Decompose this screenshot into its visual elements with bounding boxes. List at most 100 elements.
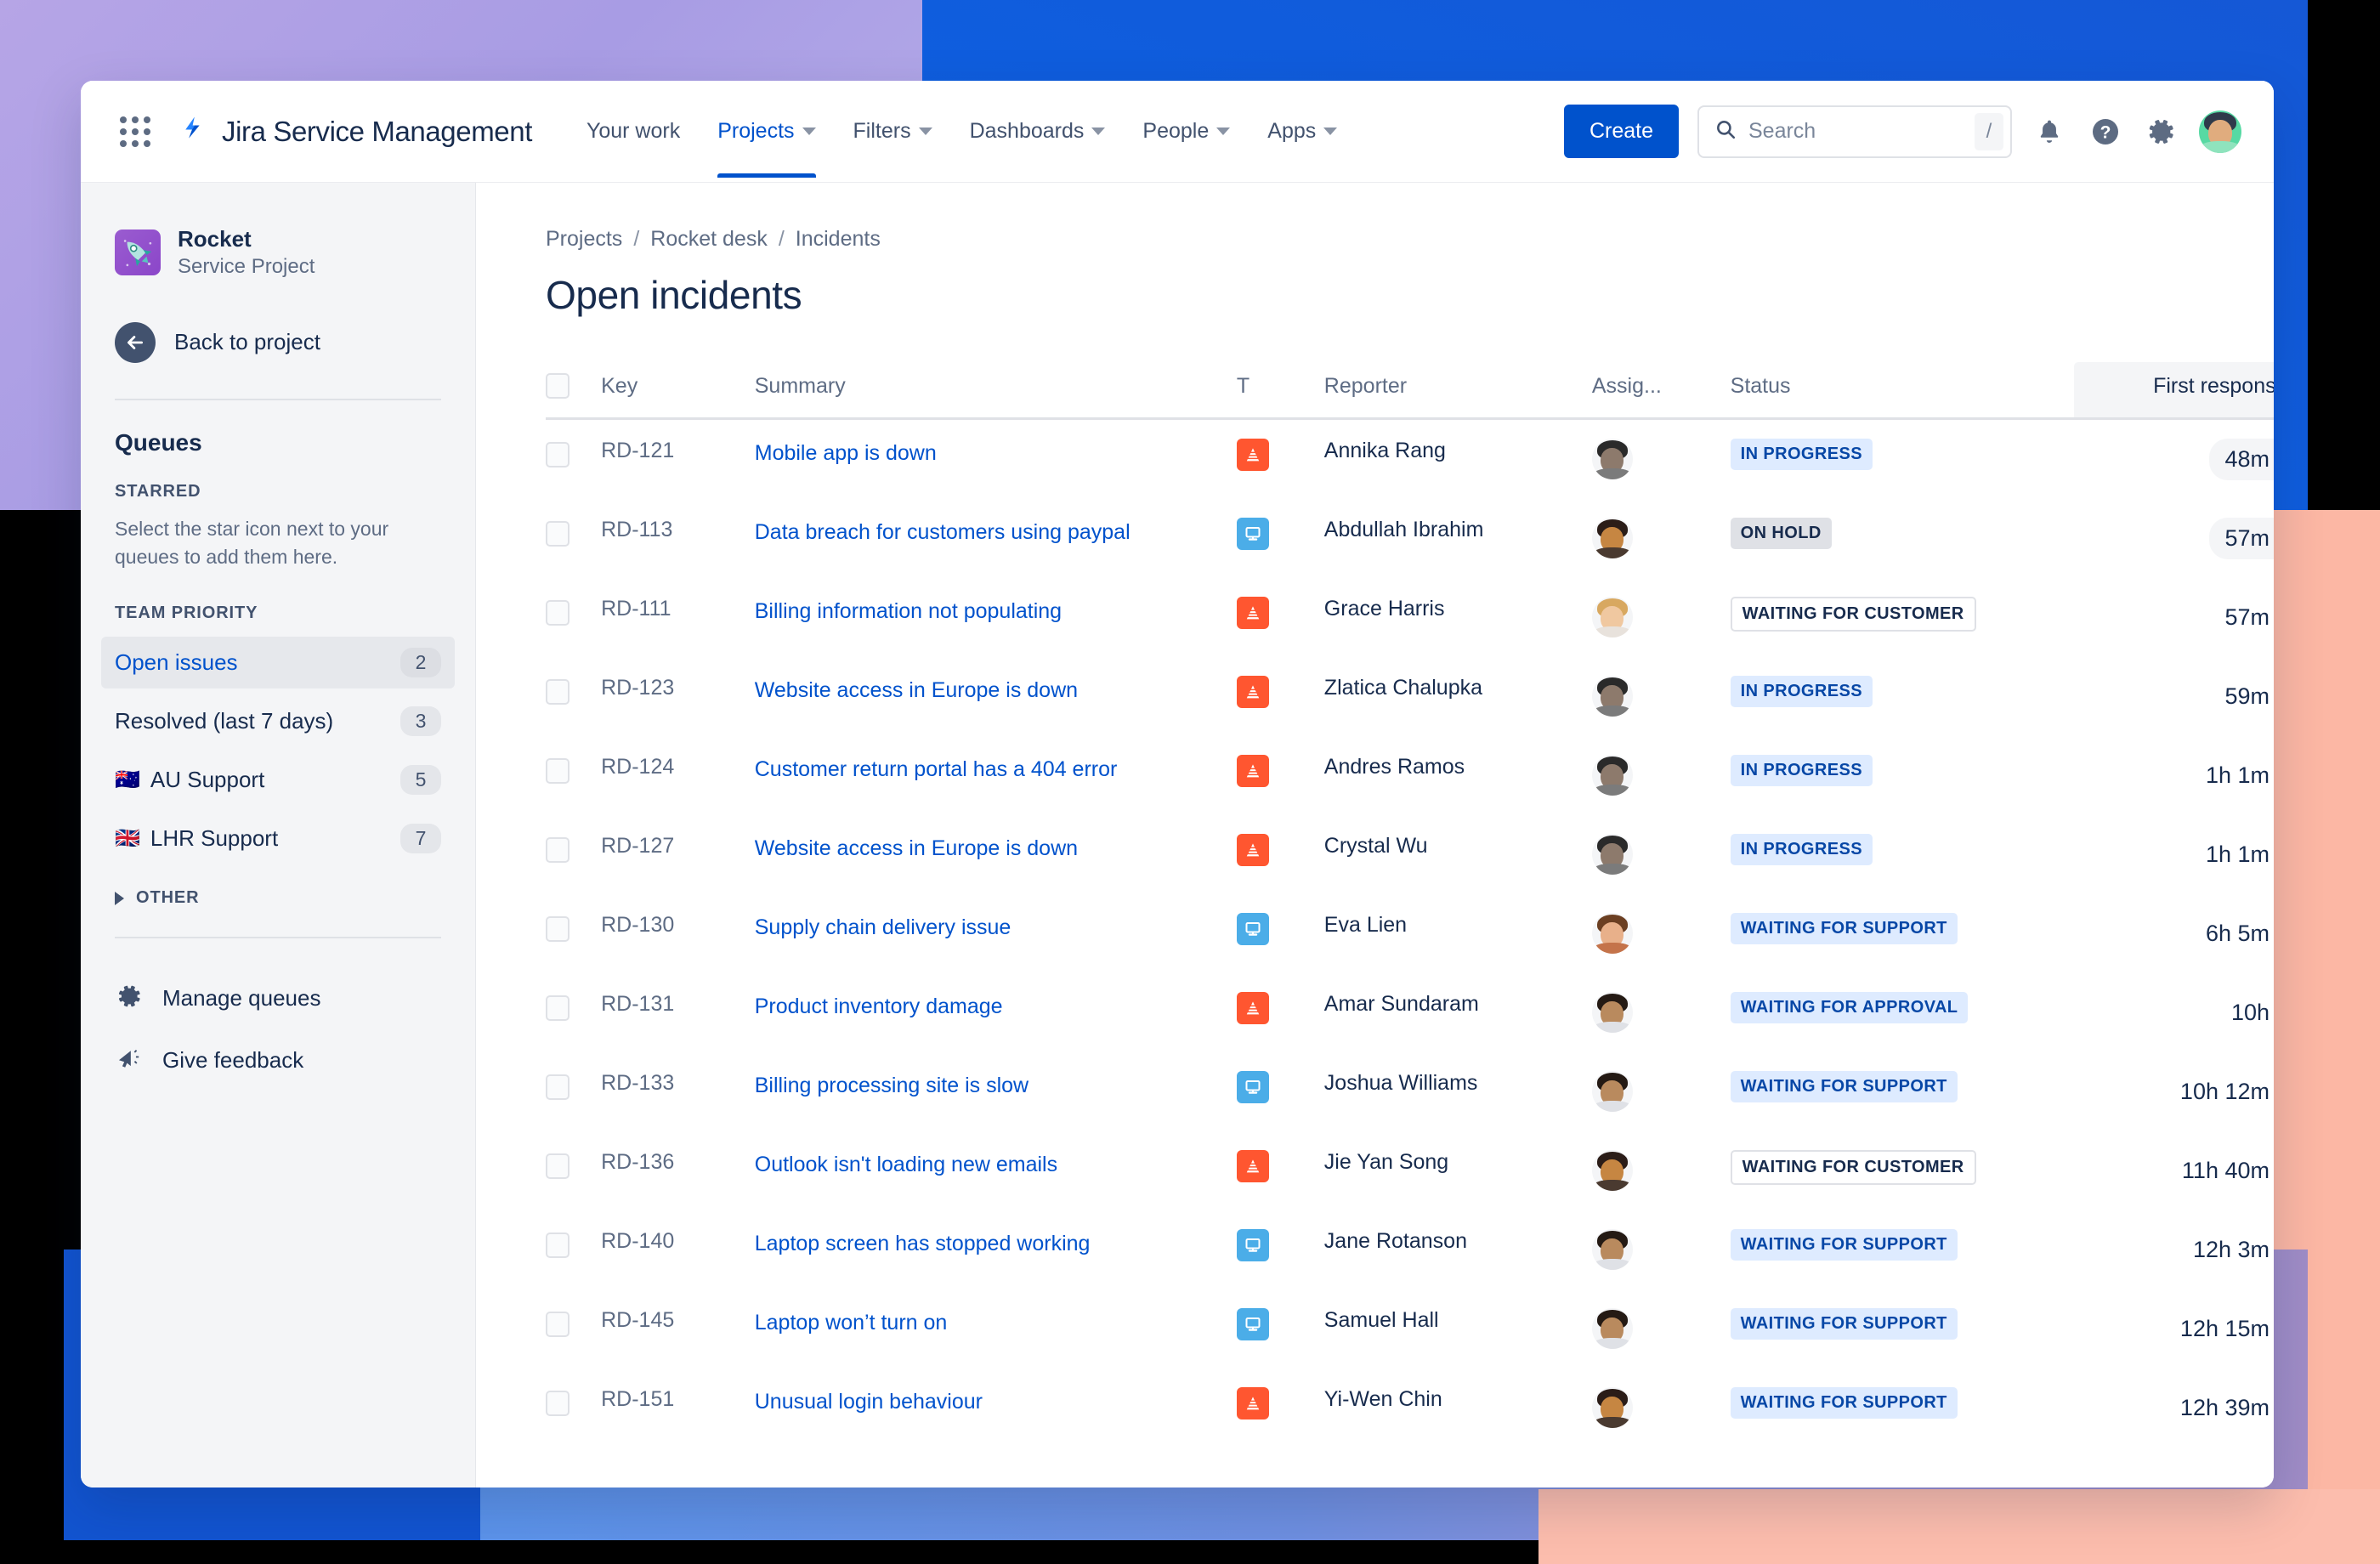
issue-summary-link[interactable]: Website access in Europe is down xyxy=(755,834,1237,864)
sidebar-queue-resolved[interactable]: Resolved (last 7 days) 3 xyxy=(101,695,455,747)
table-row[interactable]: RD-121 Mobile app is down Annika Rang IN PR… xyxy=(546,419,2274,500)
column-header-type[interactable]: T xyxy=(1237,362,1324,419)
row-checkbox[interactable] xyxy=(546,1232,570,1258)
row-checkbox[interactable] xyxy=(546,521,570,547)
assignee-avatar[interactable] xyxy=(1591,439,1633,479)
row-select-cell[interactable] xyxy=(546,815,601,894)
table-row[interactable]: RD-123 Website access in Europe is down Zl… xyxy=(546,657,2274,736)
cell-key[interactable]: RD-130 xyxy=(601,894,755,973)
sidebar-queue-au-support[interactable]: 🇦🇺 AU Support 5 xyxy=(101,754,455,806)
table-row[interactable]: RD-133 Billing processing site is slow Jos… xyxy=(546,1052,2274,1131)
row-checkbox[interactable] xyxy=(546,679,570,705)
assignee-avatar[interactable] xyxy=(1591,1071,1633,1112)
cell-key[interactable]: RD-131 xyxy=(601,973,755,1052)
row-checkbox[interactable] xyxy=(546,1312,570,1337)
issue-summary-link[interactable]: Laptop won’t turn on xyxy=(755,1308,1237,1339)
table-row[interactable]: RD-113 Data breach for customers using pa… xyxy=(546,499,2274,578)
assignee-avatar[interactable] xyxy=(1591,518,1633,558)
row-select-cell[interactable] xyxy=(546,736,601,815)
cell-key[interactable]: RD-140 xyxy=(601,1210,755,1289)
assignee-avatar[interactable] xyxy=(1591,1229,1633,1270)
column-header-key[interactable]: Key xyxy=(601,362,755,419)
column-header-reporter[interactable]: Reporter xyxy=(1324,362,1592,419)
cell-key[interactable]: RD-151 xyxy=(601,1368,755,1448)
manage-queues-button[interactable]: Manage queues xyxy=(115,967,441,1029)
table-row[interactable]: RD-140 Laptop screen has stopped working J… xyxy=(546,1210,2274,1289)
issue-summary-link[interactable]: Mobile app is down xyxy=(755,439,1237,469)
row-select-cell[interactable] xyxy=(546,973,601,1052)
assignee-avatar[interactable] xyxy=(1591,597,1633,638)
row-select-cell[interactable] xyxy=(546,499,601,578)
cell-key[interactable]: RD-124 xyxy=(601,736,755,815)
nav-item-your-work[interactable]: Your work xyxy=(568,85,699,178)
column-header-summary[interactable]: Summary xyxy=(755,362,1237,419)
table-row[interactable]: RD-136 Outlook isn't loading new emails Ji… xyxy=(546,1131,2274,1210)
issue-summary-link[interactable]: Outlook isn't loading new emails xyxy=(755,1150,1237,1181)
row-select-cell[interactable] xyxy=(546,1131,601,1210)
breadcrumb-item-incidents[interactable]: Incidents xyxy=(796,227,881,252)
row-select-cell[interactable] xyxy=(546,1368,601,1448)
assignee-avatar[interactable] xyxy=(1591,1308,1633,1349)
nav-item-people[interactable]: People xyxy=(1124,85,1249,178)
assignee-avatar[interactable] xyxy=(1591,834,1633,875)
cell-key[interactable]: RD-111 xyxy=(601,578,755,657)
row-checkbox[interactable] xyxy=(546,1153,570,1179)
row-checkbox[interactable] xyxy=(546,1391,570,1416)
row-select-cell[interactable] xyxy=(546,1210,601,1289)
nav-item-projects[interactable]: Projects xyxy=(699,85,834,178)
table-row[interactable]: RD-127 Website access in Europe is down Cr… xyxy=(546,815,2274,894)
row-select-cell[interactable] xyxy=(546,894,601,973)
row-checkbox[interactable] xyxy=(546,600,570,626)
table-row[interactable]: RD-111 Billing information not populating… xyxy=(546,578,2274,657)
issue-summary-link[interactable]: Unusual login behaviour xyxy=(755,1387,1237,1418)
column-header-first-response[interactable]: First response ↑ xyxy=(2073,362,2274,419)
nav-item-filters[interactable]: Filters xyxy=(835,85,951,178)
apps-grid-icon[interactable] xyxy=(116,113,154,150)
cell-key[interactable]: RD-121 xyxy=(601,419,755,500)
user-avatar[interactable] xyxy=(2199,110,2241,153)
row-checkbox[interactable] xyxy=(546,1074,570,1100)
cell-key[interactable]: RD-136 xyxy=(601,1131,755,1210)
issue-summary-link[interactable]: Customer return portal has a 404 error xyxy=(755,755,1237,785)
assignee-avatar[interactable] xyxy=(1591,1150,1633,1191)
cell-key[interactable]: RD-113 xyxy=(601,499,755,578)
nav-item-apps[interactable]: Apps xyxy=(1249,85,1356,178)
select-all-header[interactable] xyxy=(546,362,601,419)
assignee-avatar[interactable] xyxy=(1591,676,1633,717)
breadcrumb-item-projects[interactable]: Projects xyxy=(546,227,622,252)
cell-key[interactable]: RD-133 xyxy=(601,1052,755,1131)
column-header-assignee[interactable]: Assig... xyxy=(1592,362,1731,419)
help-icon[interactable]: ? xyxy=(2087,113,2124,150)
issue-summary-link[interactable]: Billing processing site is slow xyxy=(755,1071,1237,1102)
notifications-bell-icon[interactable] xyxy=(2031,113,2068,150)
row-select-cell[interactable] xyxy=(546,1289,601,1368)
row-select-cell[interactable] xyxy=(546,419,601,500)
row-select-cell[interactable] xyxy=(546,578,601,657)
row-checkbox[interactable] xyxy=(546,837,570,863)
cell-key[interactable]: RD-123 xyxy=(601,657,755,736)
table-row[interactable]: RD-131 Product inventory damage Amar Sunda… xyxy=(546,973,2274,1052)
create-button[interactable]: Create xyxy=(1563,105,1679,158)
nav-item-dashboards[interactable]: Dashboards xyxy=(951,85,1125,178)
assignee-avatar[interactable] xyxy=(1591,755,1633,796)
row-checkbox[interactable] xyxy=(546,442,570,468)
table-row[interactable]: RD-151 Unusual login behaviour Yi-Wen Chin… xyxy=(546,1368,2274,1448)
issue-summary-link[interactable]: Product inventory damage xyxy=(755,992,1237,1023)
breadcrumb-item-rocket-desk[interactable]: Rocket desk xyxy=(650,227,768,252)
assignee-avatar[interactable] xyxy=(1591,913,1633,954)
sidebar-queue-lhr-support[interactable]: 🇬🇧 LHR Support 7 xyxy=(101,813,455,864)
issue-summary-link[interactable]: Laptop screen has stopped working xyxy=(755,1229,1237,1260)
row-select-cell[interactable] xyxy=(546,1052,601,1131)
issue-summary-link[interactable]: Data breach for customers using paypal xyxy=(755,518,1237,548)
issue-summary-link[interactable]: Supply chain delivery issue xyxy=(755,913,1237,944)
row-checkbox[interactable] xyxy=(546,758,570,784)
search-input[interactable]: Search / xyxy=(1697,105,2012,158)
cell-key[interactable]: RD-145 xyxy=(601,1289,755,1368)
give-feedback-button[interactable]: Give feedback xyxy=(115,1029,441,1091)
row-checkbox[interactable] xyxy=(546,995,570,1021)
settings-gear-icon[interactable] xyxy=(2143,113,2180,150)
back-to-project-button[interactable]: Back to project xyxy=(115,321,441,399)
assignee-avatar[interactable] xyxy=(1591,1387,1633,1428)
table-row[interactable]: RD-130 Supply chain delivery issue Eva Lie… xyxy=(546,894,2274,973)
sidebar-section-other[interactable]: OTHER xyxy=(115,888,441,908)
